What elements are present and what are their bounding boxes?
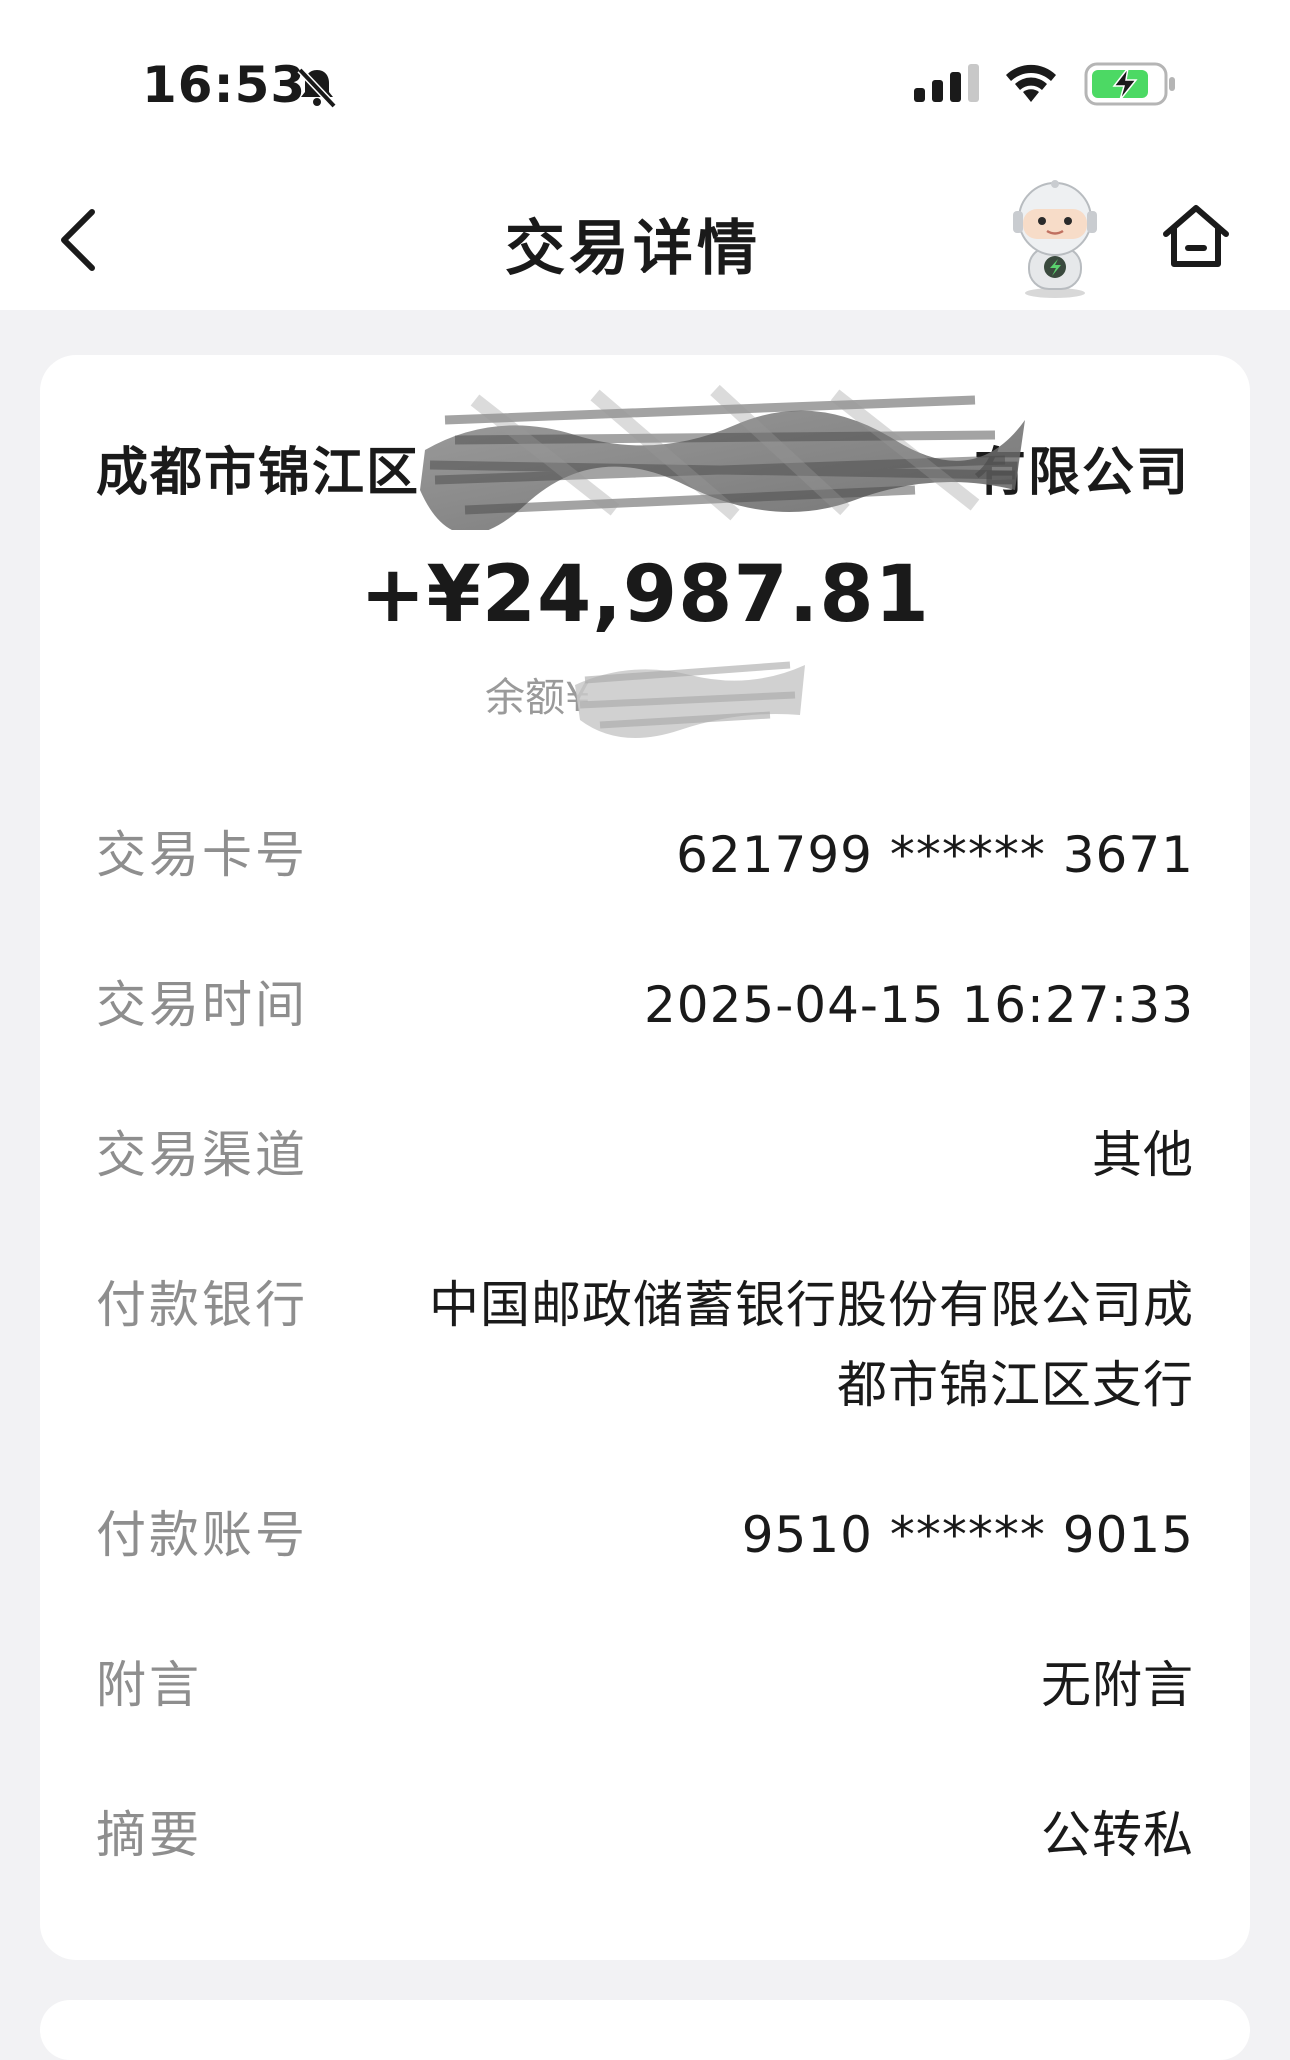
detail-label: 附言 bbox=[96, 1656, 202, 1714]
detail-value: 2025-04-15 16:27:33 bbox=[643, 976, 1194, 1034]
wifi-icon bbox=[1006, 64, 1056, 102]
detail-value: 9510 ****** 9015 bbox=[741, 1506, 1194, 1564]
battery-charging-icon bbox=[1084, 62, 1175, 106]
status-bar: 16:53 bbox=[0, 0, 1290, 160]
detail-value: 其他 bbox=[1092, 1126, 1194, 1184]
detail-label: 付款账号 bbox=[96, 1506, 308, 1564]
detail-label: 交易卡号 bbox=[96, 826, 308, 884]
detail-value: 中国邮政储蓄银行股份有限公司成都市锦江区支行 bbox=[429, 1276, 1194, 1414]
transaction-amount: +¥24,987.81 bbox=[360, 550, 930, 640]
next-card-edge bbox=[40, 2000, 1250, 2060]
detail-value: 公转私 bbox=[1041, 1806, 1194, 1864]
robot-assistant-icon[interactable] bbox=[995, 175, 1115, 300]
status-time: 16:53 bbox=[142, 56, 307, 114]
detail-label: 摘要 bbox=[96, 1806, 202, 1864]
detail-label: 交易渠道 bbox=[96, 1126, 308, 1184]
transaction-detail-card: 成都市锦江区 有限公司 +¥24,987.81 余额¥ 交易卡号 621799 … bbox=[40, 355, 1250, 1960]
detail-label: 交易时间 bbox=[96, 976, 308, 1034]
detail-label: 付款银行 bbox=[96, 1276, 308, 1334]
redaction-scribble bbox=[575, 661, 805, 738]
bell-slash-icon bbox=[297, 67, 337, 108]
cellular-signal-icon bbox=[914, 64, 979, 102]
detail-value: 无附言 bbox=[1041, 1656, 1194, 1714]
detail-value: 621799 ****** 3671 bbox=[676, 826, 1194, 884]
home-icon[interactable] bbox=[1160, 200, 1232, 272]
navigation-bar: 交易详情 bbox=[0, 160, 1290, 310]
redaction-scribble bbox=[420, 384, 1025, 530]
